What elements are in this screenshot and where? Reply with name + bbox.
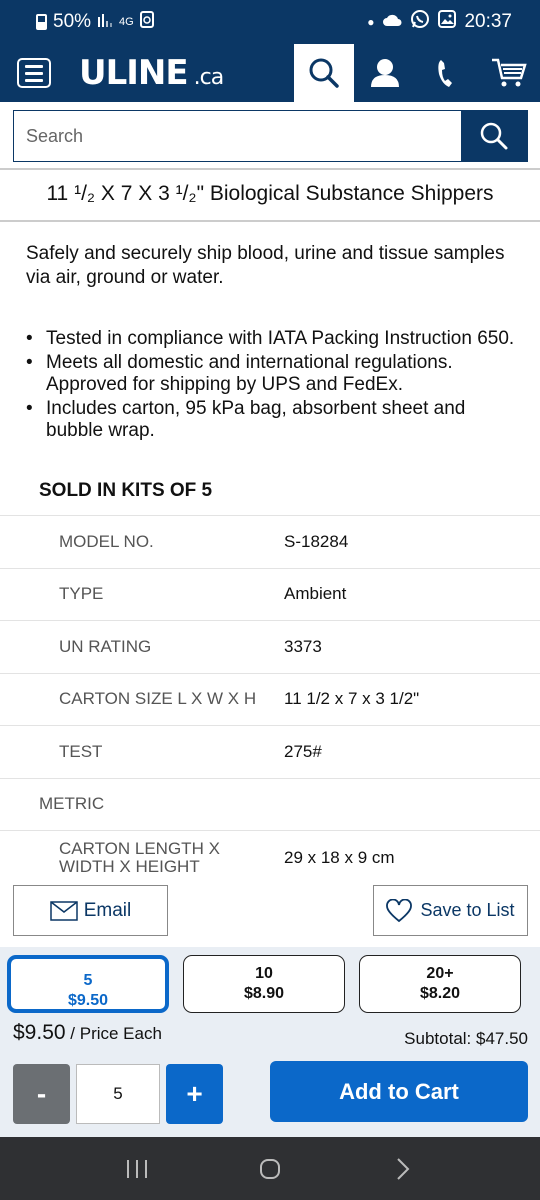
product-intro: Safely and securely ship blood, urine an… bbox=[26, 243, 505, 288]
feature-item: Tested in compliance with IATA Packing I… bbox=[26, 328, 526, 350]
spec-section-heading: METRIC bbox=[0, 777, 540, 831]
subtotal: Subtotal: $47.50 bbox=[404, 1029, 528, 1048]
feature-list: Tested in compliance with IATA Packing I… bbox=[26, 328, 526, 444]
recent-apps-icon[interactable] bbox=[107, 1158, 167, 1180]
feature-item: Includes carton, 95 kPa bag, absorbent s… bbox=[26, 398, 526, 442]
back-icon[interactable] bbox=[373, 1157, 433, 1181]
system-nav-bar bbox=[0, 1137, 540, 1200]
spec-label: UN RATING bbox=[59, 636, 152, 656]
lte-icon: 4G bbox=[119, 16, 134, 28]
tier-qty: 20+ bbox=[426, 965, 454, 982]
email-label: Email bbox=[83, 899, 132, 921]
price-tier-5[interactable]: 5 $9.50 bbox=[7, 955, 169, 1013]
spec-row: CARTON LENGTH X WIDTH X HEIGHT 29 x 18 x… bbox=[0, 830, 540, 885]
battery-icon bbox=[36, 14, 47, 30]
search-icon[interactable] bbox=[294, 44, 354, 102]
uline-logo[interactable]: ULINE .ca bbox=[79, 53, 225, 93]
menu-icon[interactable] bbox=[17, 58, 51, 88]
quantity-input[interactable] bbox=[76, 1064, 160, 1124]
add-to-cart-button[interactable]: Add to Cart bbox=[270, 1061, 528, 1122]
battery-level: 50% bbox=[53, 11, 92, 32]
email-button[interactable]: Email bbox=[13, 885, 168, 936]
spec-label: TEST bbox=[59, 741, 103, 761]
product-title: 11 ¹/₂ X 7 X 3 ¹/₂" Biological Substance… bbox=[46, 182, 494, 205]
whatsapp-icon bbox=[410, 9, 430, 35]
heart-icon bbox=[386, 898, 413, 922]
cart-icon[interactable] bbox=[478, 44, 540, 102]
signal-icon bbox=[97, 11, 113, 33]
tier-price: $9.50 bbox=[67, 992, 109, 1009]
save-to-list-button[interactable]: Save to List bbox=[373, 885, 528, 936]
quantity-decrement-button[interactable]: - bbox=[13, 1064, 70, 1124]
spec-value: 3373 bbox=[284, 636, 322, 656]
spec-row: CARTON SIZE L X W X H 11 1/2 x 7 x 3 1/2… bbox=[0, 672, 540, 726]
spec-table: MODEL NO. S-18284 TYPE Ambient UN RATING… bbox=[0, 515, 540, 885]
spec-label: CARTON SIZE L X W X H bbox=[59, 689, 257, 709]
site-header: ULINE .ca bbox=[0, 44, 540, 102]
spec-value: 29 x 18 x 9 cm bbox=[284, 848, 395, 867]
quantity-increment-button[interactable]: + bbox=[166, 1064, 223, 1124]
spec-row: UN RATING 3373 bbox=[0, 620, 540, 673]
spec-value: 275# bbox=[284, 741, 322, 761]
price-each-value: $9.50 bbox=[13, 1021, 66, 1044]
price-tier-20[interactable]: 20+ $8.20 bbox=[359, 955, 521, 1013]
search-button-icon bbox=[480, 122, 508, 150]
spec-value: Ambient bbox=[284, 584, 347, 604]
sold-in-kits: SOLD IN KITS OF 5 bbox=[39, 480, 213, 501]
save-label: Save to List bbox=[420, 900, 515, 920]
tier-qty: 5 bbox=[83, 972, 93, 989]
price-each: $9.50 / Price Each bbox=[13, 1021, 162, 1045]
feature-item: Meets all domestic and international reg… bbox=[26, 352, 526, 396]
spec-label: MODEL NO. bbox=[59, 531, 154, 551]
spec-value: S-18284 bbox=[284, 531, 349, 551]
spec-label: TYPE bbox=[59, 584, 104, 604]
spec-label: CARTON LENGTH X WIDTH X HEIGHT bbox=[59, 839, 220, 876]
spec-row: TYPE Ambient bbox=[0, 567, 540, 621]
search-button[interactable] bbox=[461, 111, 527, 161]
metric-heading: METRIC bbox=[39, 794, 105, 814]
price-each-label: / Price Each bbox=[65, 1024, 162, 1043]
divider bbox=[0, 168, 540, 170]
spec-row: TEST 275# bbox=[0, 725, 540, 778]
phone-icon[interactable] bbox=[416, 44, 478, 102]
gallery-icon bbox=[438, 10, 457, 34]
clock: 20:37 bbox=[464, 11, 512, 32]
envelope-icon bbox=[49, 900, 78, 921]
action-bar: Email Save to List bbox=[0, 885, 540, 945]
account-icon[interactable] bbox=[354, 44, 416, 102]
search-bar bbox=[13, 110, 528, 162]
tier-price: $8.20 bbox=[419, 985, 461, 1002]
search-input[interactable] bbox=[14, 111, 461, 161]
tier-qty: 10 bbox=[255, 965, 273, 982]
home-icon[interactable] bbox=[240, 1157, 300, 1181]
tier-price: $8.90 bbox=[243, 985, 285, 1002]
logo-suffix: .ca bbox=[193, 65, 225, 90]
divider bbox=[0, 220, 540, 222]
spec-row: MODEL NO. S-18284 bbox=[0, 515, 540, 568]
notification-icon bbox=[139, 10, 154, 34]
dot-icon: ● bbox=[367, 15, 375, 29]
cloud-icon bbox=[382, 11, 402, 33]
price-tier-10[interactable]: 10 $8.90 bbox=[183, 955, 345, 1013]
status-bar: 50% 4G ● 20:37 bbox=[0, 0, 540, 44]
spec-value: 11 1/2 x 7 x 3 1/2" bbox=[284, 689, 420, 709]
logo-text: ULINE bbox=[79, 53, 189, 93]
cart-panel: 5 $9.50 10 $8.90 20+ $8.20 $9.50 / Price… bbox=[0, 947, 540, 1137]
